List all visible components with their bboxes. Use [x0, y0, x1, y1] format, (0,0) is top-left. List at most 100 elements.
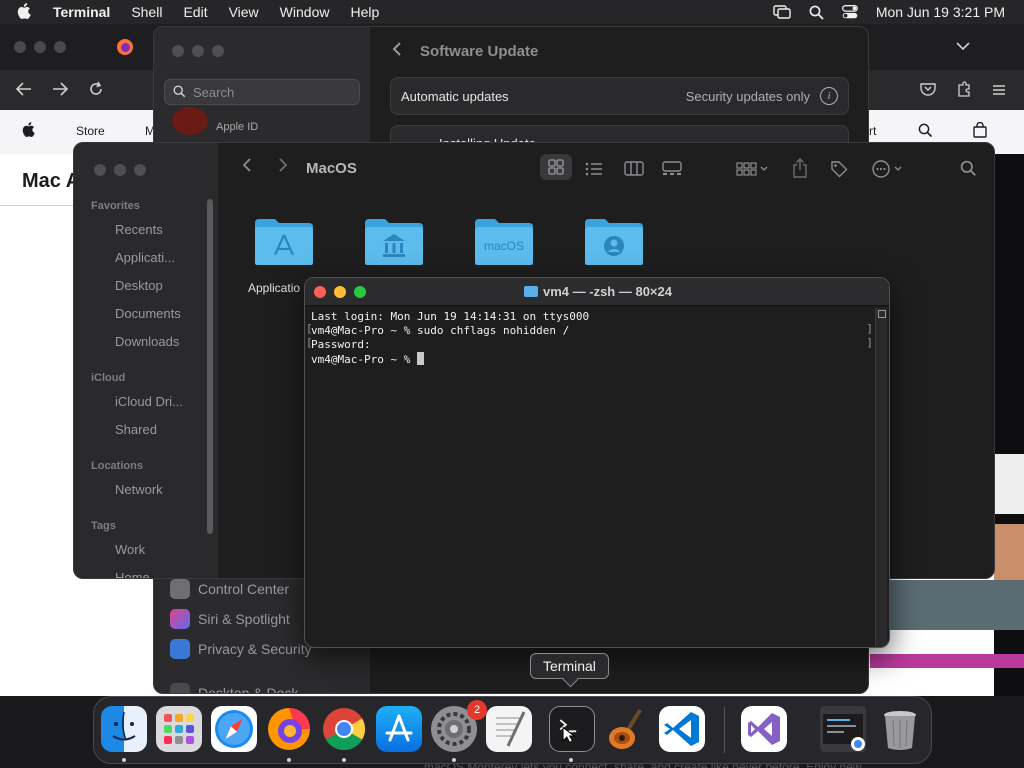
sidebar-item-control-center[interactable]: Control Center: [170, 579, 289, 599]
list-view-icon[interactable]: [585, 162, 603, 181]
sidebar-item-label: Desktop & Dock: [198, 685, 299, 694]
users-folder-icon[interactable]: [583, 215, 645, 267]
menu-shell[interactable]: Shell: [131, 4, 162, 20]
terminal-title-bar[interactable]: vm4 — -zsh — 80×24: [305, 278, 889, 306]
sidebar-item-documents[interactable]: Documents: [115, 306, 181, 321]
menu-bar-clock[interactable]: Mon Jun 19 3:21 PM: [876, 4, 1005, 20]
apple-logo-icon[interactable]: [22, 122, 35, 140]
nav-support-link[interactable]: rt: [869, 124, 876, 138]
screen-mirroring-icon[interactable]: [773, 5, 791, 19]
nav-store-link[interactable]: Store: [76, 124, 105, 138]
line-marker: ]: [866, 322, 873, 335]
scroll-grip-icon[interactable]: [878, 310, 886, 318]
library-folder-icon[interactable]: [363, 215, 425, 267]
minimize-button[interactable]: [34, 41, 46, 53]
sidebar-item-desktop-dock[interactable]: Desktop & Dock: [170, 683, 299, 694]
downloads-stack-icon[interactable]: [820, 706, 866, 752]
column-view-icon[interactable]: [624, 161, 644, 181]
chrome-dock-icon[interactable]: [321, 706, 367, 752]
search-icon[interactable]: [960, 160, 977, 182]
terminal-line: vm4@Mac-Pro ~ % sudo chflags nohidden /: [311, 324, 570, 337]
dock: [93, 696, 932, 764]
menu-edit[interactable]: Edit: [183, 4, 207, 20]
shopping-bag-icon[interactable]: [973, 121, 987, 141]
site-search-icon[interactable]: [918, 123, 933, 141]
extensions-icon[interactable]: [956, 81, 972, 102]
firefox-tab-icon[interactable]: [116, 38, 134, 61]
vscode-dock-icon[interactable]: [659, 706, 705, 752]
sidebar-item-tag-home[interactable]: Home: [115, 570, 150, 578]
sidebar-item-shared[interactable]: Shared: [115, 422, 157, 437]
menu-window[interactable]: Window: [280, 4, 330, 20]
section-locations: Locations: [91, 460, 143, 472]
macos-folder-icon[interactable]: macOS: [473, 215, 535, 267]
running-indicator: [342, 758, 346, 762]
zoom-button[interactable]: [134, 164, 146, 176]
menu-view[interactable]: View: [229, 4, 259, 20]
textedit-dock-icon[interactable]: [486, 706, 532, 752]
close-button[interactable]: [14, 41, 26, 53]
sidebar-scrollbar[interactable]: [207, 199, 213, 534]
close-button[interactable]: [172, 45, 184, 57]
sidebar-item-icloud-drive[interactable]: iCloud Dri...: [115, 394, 183, 409]
safari-dock-icon[interactable]: [211, 706, 257, 752]
sidebar-item-network[interactable]: Network: [115, 482, 163, 497]
terminal-output[interactable]: Last login: Mon Jun 19 14:14:31 on ttys0…: [311, 310, 871, 367]
menu-app-terminal[interactable]: Terminal: [53, 4, 110, 20]
sidebar-item-desktop[interactable]: Desktop: [115, 278, 163, 293]
control-center-icon[interactable]: [841, 5, 858, 19]
back-arrow-icon[interactable]: [15, 81, 32, 101]
menu-help[interactable]: Help: [350, 4, 379, 20]
back-chevron-icon[interactable]: [392, 41, 402, 62]
terminal-scrollbar[interactable]: [875, 308, 887, 647]
tab-list-chevron-icon[interactable]: [956, 38, 970, 54]
automatic-updates-row[interactable]: Automatic updates Security updates only …: [390, 77, 849, 115]
avatar[interactable]: [172, 107, 208, 135]
finder-dock-icon[interactable]: [101, 706, 147, 752]
pocket-icon[interactable]: [920, 81, 936, 101]
forward-chevron-icon[interactable]: [278, 157, 288, 178]
sidebar-item-privacy-security[interactable]: Privacy & Security: [170, 639, 312, 659]
sidebar-item-tag-work[interactable]: Work: [115, 542, 145, 557]
info-icon[interactable]: i: [820, 87, 838, 105]
terminal-window: vm4 — -zsh — 80×24 [ [ Last login: Mon J…: [304, 277, 890, 648]
siri-icon: [170, 609, 190, 629]
sidebar-item-downloads[interactable]: Downloads: [115, 334, 179, 349]
reload-icon[interactable]: [88, 81, 104, 102]
minimize-button[interactable]: [114, 164, 126, 176]
app-store-dock-icon[interactable]: [376, 706, 422, 752]
sidebar-item-applications[interactable]: Applicati...: [115, 250, 175, 265]
apple-menu-icon[interactable]: [17, 2, 35, 22]
forward-arrow-icon[interactable]: [52, 81, 69, 101]
gallery-view-icon[interactable]: [662, 161, 682, 181]
zoom-button[interactable]: [54, 41, 66, 53]
back-chevron-icon[interactable]: [242, 157, 252, 178]
automatic-updates-label: Automatic updates: [401, 89, 509, 104]
folder-icon: [524, 286, 538, 297]
minimize-button[interactable]: [192, 45, 204, 57]
trash-dock-icon[interactable]: [877, 706, 923, 752]
visual-studio-dock-icon[interactable]: [741, 706, 787, 752]
macos-folder-label: macOS: [484, 239, 524, 253]
sidebar-item-siri-spotlight[interactable]: Siri & Spotlight: [170, 609, 290, 629]
icon-view-icon[interactable]: [540, 154, 572, 180]
garageband-dock-icon[interactable]: [604, 706, 650, 752]
terminal-dock-icon[interactable]: [549, 706, 595, 752]
applications-folder-icon[interactable]: [253, 215, 315, 267]
launchpad-dock-icon[interactable]: [156, 706, 202, 752]
privacy-hand-icon: [170, 639, 190, 659]
spotlight-search-icon[interactable]: [809, 5, 824, 20]
firefox-dock-icon[interactable]: [266, 706, 312, 752]
line-marker: ]: [866, 336, 873, 349]
sidebar-item-recents[interactable]: Recents: [115, 222, 163, 237]
hamburger-menu-icon[interactable]: [992, 81, 1006, 101]
group-by-icon[interactable]: [736, 162, 768, 181]
settings-search-input[interactable]: Search: [164, 79, 360, 105]
share-icon[interactable]: [792, 158, 808, 183]
desktop-dock-icon: [170, 683, 190, 693]
zoom-button[interactable]: [212, 45, 224, 57]
apple-id-label[interactable]: Apple ID: [216, 121, 258, 133]
tag-icon[interactable]: [830, 160, 848, 183]
close-button[interactable]: [94, 164, 106, 176]
more-actions-icon[interactable]: [872, 160, 906, 183]
